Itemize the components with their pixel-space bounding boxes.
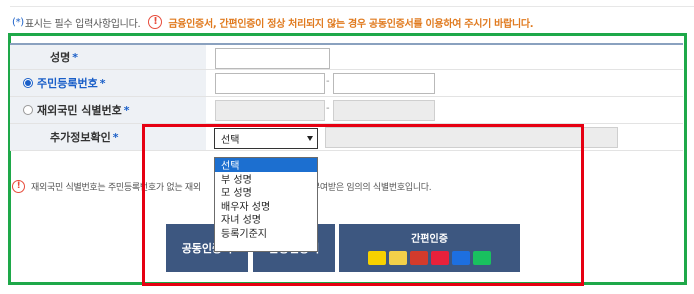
foreign-id-radio[interactable] [23,105,33,115]
payco-logo-icon [389,250,407,265]
info-warning-icon: ! [12,180,25,193]
top-divider [10,6,694,7]
name-input[interactable] [215,48,330,69]
foreign-id-front-input[interactable] [215,100,325,121]
dropdown-option[interactable]: 자녀 성명 [215,212,317,226]
warning-icon: ! [148,15,163,29]
dropdown-option[interactable]: 모 성명 [215,185,317,199]
extra-info-row: 추가정보확인 * 선택 [10,124,683,151]
auth-provider-logos [368,250,491,265]
rrn-dash: - [326,76,330,87]
rrn-row: 주민등록번호 * - [10,70,683,97]
chevron-down-icon [307,136,313,141]
foreign-id-label: 재외국민 식별번호 [37,104,122,117]
dropdown-option[interactable]: 부 성명 [215,172,317,186]
kb-logo-icon [410,250,428,265]
rrn-front-input[interactable] [215,73,325,94]
rrn-label: 주민등록번호 [37,77,98,90]
kakao-logo-icon [368,250,386,265]
extra-info-label: 추가정보확인 * [10,124,206,150]
rrn-radio[interactable] [23,78,33,88]
dropdown-option[interactable]: 등록기준지 [215,226,317,240]
simple-auth-label: 간편인증 [411,233,448,245]
required-text: 표시는 필수 입력사항입니다. [24,18,141,30]
dropdown-option[interactable]: 배우자 성명 [215,199,317,213]
rrn-back-input[interactable] [333,73,435,94]
pass-logo-icon [431,250,449,265]
required-notice: (*) 표시는 필수 입력사항입니다. ! 금융인증서, 간편인증이 정상 처리… [12,13,534,31]
auth-form-panel: (*) 표시는 필수 입력사항입니다. ! 금융인증서, 간편인증이 정상 처리… [0,0,694,294]
required-asterisk: (*) [12,16,24,28]
foreign-id-back-input[interactable] [333,100,435,121]
simple-auth-button[interactable]: 간편인증 [339,224,520,272]
foreign-id-dash: - [326,103,330,114]
certificate-warning: 금융인증서, 간편인증이 정상 처리되지 않는 경우 공동인증서를 이용하여 주… [168,18,534,30]
foreign-id-option[interactable]: 재외국민 식별번호 * [10,97,206,123]
identity-form: 성명 * 주민등록번호 * - 재외국민 식별번호 * - 추가정보확인 * 선… [10,43,683,151]
foreign-id-row: 재외국민 식별번호 * - [10,97,683,124]
rrn-option[interactable]: 주민등록번호 * [10,70,206,96]
pass-blue-logo-icon [452,250,470,265]
dropdown-option[interactable]: 선택 [215,158,317,172]
extra-info-input[interactable] [325,127,618,148]
info-text-left: 재외국민 식별번호는 주민등록번호가 없는 재외 [31,183,201,193]
extra-info-dropdown[interactable]: 선택 부 성명 모 성명 배우자 성명 자녀 성명 등록기준지 [214,157,318,252]
name-row: 성명 * [10,43,683,70]
extra-info-select[interactable]: 선택 [214,128,318,149]
naver-logo-icon [473,250,491,265]
name-label: 성명 * [10,45,206,69]
